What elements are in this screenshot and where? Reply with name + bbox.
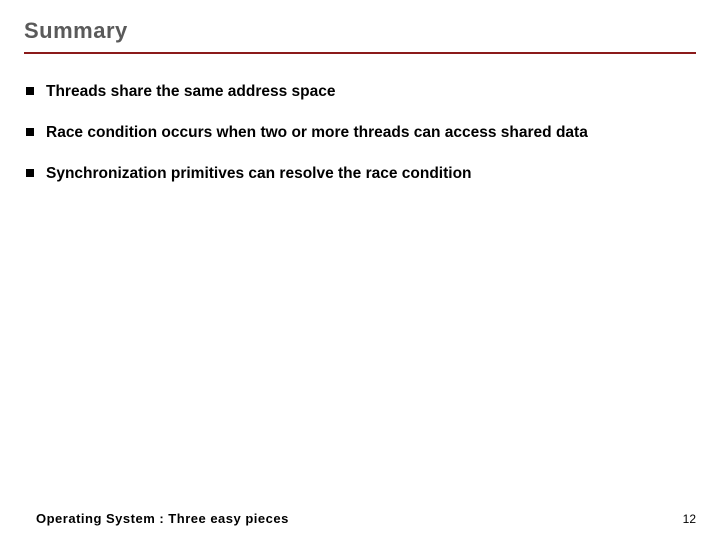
- slide-footer: Operating System : Three easy pieces 12: [36, 511, 696, 526]
- page-number: 12: [683, 512, 696, 526]
- footer-text: Operating System : Three easy pieces: [36, 511, 289, 526]
- bullet-item: Race condition occurs when two or more t…: [24, 123, 696, 144]
- bullet-item: Threads share the same address space: [24, 82, 696, 103]
- slide: Summary Threads share the same address s…: [0, 0, 720, 540]
- bullet-list: Threads share the same address space Rac…: [24, 82, 696, 185]
- slide-title: Summary: [24, 18, 696, 44]
- title-underline: [24, 52, 696, 54]
- bullet-item: Synchronization primitives can resolve t…: [24, 164, 696, 185]
